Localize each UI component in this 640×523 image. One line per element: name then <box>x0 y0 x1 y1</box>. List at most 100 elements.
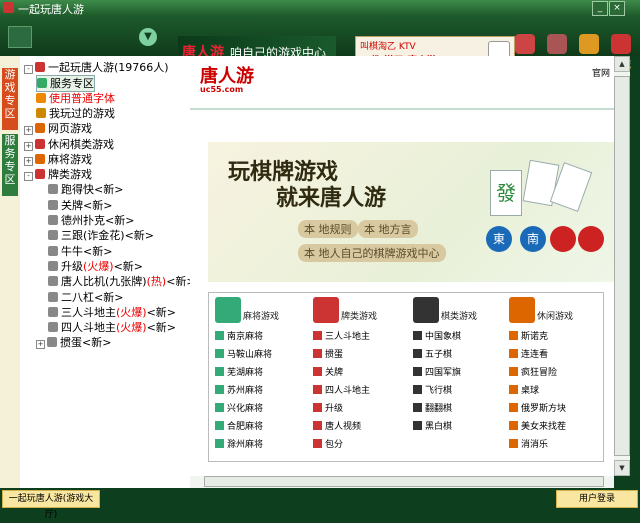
tree-item[interactable]: - 牌类游戏 <box>24 167 92 182</box>
game-link[interactable]: 掼蛋 <box>313 349 343 361</box>
game-link[interactable]: 芜湖麻将 <box>215 367 263 379</box>
tree-item[interactable]: 三跟(诈金花)<新> <box>48 228 154 243</box>
game-icon <box>35 123 45 134</box>
game-link[interactable]: 滁州麻将 <box>215 439 263 451</box>
expand-icon[interactable]: + <box>24 126 33 136</box>
game-link[interactable]: 桌球 <box>509 385 539 397</box>
game-icon <box>413 421 422 430</box>
tree-item[interactable]: 关牌<新> <box>48 198 112 213</box>
expand-icon[interactable]: + <box>36 340 45 350</box>
game-icon <box>509 403 518 412</box>
hscroll-thumb[interactable] <box>204 476 604 487</box>
site-logo[interactable]: 唐人游 uc55.com <box>200 62 256 100</box>
hot-badge: (火爆) <box>83 259 114 273</box>
expand-icon[interactable]: + <box>24 156 33 166</box>
game-link[interactable]: 合肥麻将 <box>215 421 263 433</box>
tab-services[interactable]: 服务专区 <box>2 134 18 196</box>
game-link[interactable]: 翻翻棋 <box>413 403 452 415</box>
close-button[interactable]: × <box>609 1 625 16</box>
game-link[interactable]: 四人斗地主 <box>313 385 370 397</box>
game-icon <box>48 184 58 195</box>
tree-item-label: 使用普通字体 <box>49 91 115 105</box>
collapse-icon[interactable]: - <box>24 65 33 74</box>
category-label: 棋类游戏 <box>441 312 478 322</box>
game-icon <box>215 385 224 394</box>
expand-icon[interactable]: + <box>24 141 33 151</box>
login-button[interactable]: 用户登录 <box>556 490 638 508</box>
tree-item[interactable]: 升级(火爆)<新> <box>48 259 143 274</box>
game-label: 四国军旗 <box>425 368 462 378</box>
game-icon <box>215 403 224 412</box>
horizontal-scrollbar[interactable] <box>190 476 614 488</box>
tab-games[interactable]: 游戏专区 <box>2 68 18 130</box>
tree-item[interactable]: - 一起玩唐人游(19766人) <box>24 60 169 75</box>
scroll-down-button[interactable]: ▼ <box>614 460 630 476</box>
game-link[interactable]: 黑白棋 <box>413 421 452 433</box>
minimize-button[interactable]: _ <box>592 1 608 16</box>
game-link[interactable]: 五子棋 <box>413 349 452 361</box>
hot-badge: (火爆) <box>116 305 147 319</box>
game-icon <box>509 385 518 394</box>
promo-line-2: 就来唐人游 <box>276 186 387 211</box>
tree-item[interactable]: 牛牛<新> <box>48 244 112 259</box>
tree-item[interactable]: 唐人比机(九张牌)(热)<新> <box>48 274 196 289</box>
tree-item[interactable]: 二八杠<新> <box>48 290 123 305</box>
game-link[interactable]: 四国军旗 <box>413 367 461 379</box>
game-link[interactable]: 连连看 <box>509 349 548 361</box>
collapse-icon[interactable]: - <box>24 172 33 182</box>
game-link[interactable]: 苏州麻将 <box>215 385 263 397</box>
game-icon <box>48 199 58 210</box>
poker-chip-icon-2 <box>578 226 604 252</box>
lobby-tab[interactable]: 一起玩唐人游(游戏大厅) <box>2 490 100 520</box>
hot-badge: (热) <box>146 275 167 289</box>
tree-item[interactable]: 我玩过的游戏 <box>36 106 115 121</box>
tree-item-label: 网页游戏 <box>48 122 92 136</box>
game-link[interactable]: 包分 <box>313 439 343 451</box>
tree-item[interactable]: + 休闲棋类游戏 <box>24 137 114 152</box>
promo-banner[interactable]: 玩棋牌游戏 就来唐人游 本 地规则 本 地方言 本 地人自己的棋牌游戏中心 發 … <box>208 142 614 282</box>
game-link[interactable]: 升级 <box>313 403 343 415</box>
tree-item[interactable]: + 掼蛋<新> <box>36 335 111 350</box>
game-link[interactable]: 南京麻将 <box>215 331 263 343</box>
game-link[interactable]: 关牌 <box>313 367 343 379</box>
game-link[interactable]: 疯狂冒险 <box>509 367 557 379</box>
game-link[interactable]: 飞行棋 <box>413 385 452 397</box>
logo-text: 唐人游 <box>200 66 254 87</box>
game-label: 翻翻棋 <box>425 404 453 414</box>
game-link[interactable]: 消消乐 <box>509 439 548 451</box>
tree-item[interactable]: 四人斗地主(火爆)<新> <box>48 320 176 335</box>
game-label: 连连看 <box>521 350 549 360</box>
tree-item[interactable]: 三人斗地主(火爆)<新> <box>48 305 176 320</box>
game-link[interactable]: 三人斗地主 <box>313 331 370 343</box>
chevron-down-icon[interactable]: ▼ <box>139 28 157 46</box>
game-icon <box>215 331 224 340</box>
tree-item[interactable]: + 网页游戏 <box>24 121 92 136</box>
game-link[interactable]: 马鞍山麻将 <box>215 349 272 361</box>
game-icon <box>37 78 47 89</box>
vertical-scrollbar[interactable]: ▲ ▼ <box>614 56 630 476</box>
tree-item[interactable]: 德州扑克<新> <box>48 213 134 228</box>
game-label: 飞行棋 <box>425 386 453 396</box>
game-link[interactable]: 兴化麻将 <box>215 403 263 415</box>
game-label: 芜湖麻将 <box>227 368 264 378</box>
tree-item[interactable]: 跑得快<新> <box>48 182 123 197</box>
game-link[interactable]: 中国象棋 <box>413 331 461 343</box>
game-link[interactable]: 斯诺克 <box>509 331 548 343</box>
game-link[interactable]: 俄罗斯方块 <box>509 403 566 415</box>
game-icon <box>35 138 45 149</box>
tree-item[interactable]: 使用普通字体 <box>36 91 115 106</box>
scroll-up-button[interactable]: ▲ <box>614 56 630 72</box>
tree-item-label: 掼蛋<新> <box>60 336 112 350</box>
scroll-thumb[interactable] <box>614 76 630 456</box>
menu-button[interactable] <box>8 26 32 48</box>
tree-item-label: 升级 <box>61 259 83 273</box>
game-label: 关牌 <box>325 368 344 378</box>
tree-item-label: 牛牛<新> <box>61 244 113 258</box>
content-header: 唐人游 uc55.com 官网 <box>190 56 614 104</box>
home-link[interactable]: 官网 <box>592 66 610 79</box>
game-icon <box>413 331 422 340</box>
tree-item[interactable]: + 麻将游戏 <box>24 152 92 167</box>
game-link[interactable]: 唐人视频 <box>313 421 361 433</box>
game-icon <box>48 230 58 241</box>
game-link[interactable]: 美女来找茬 <box>509 421 566 433</box>
